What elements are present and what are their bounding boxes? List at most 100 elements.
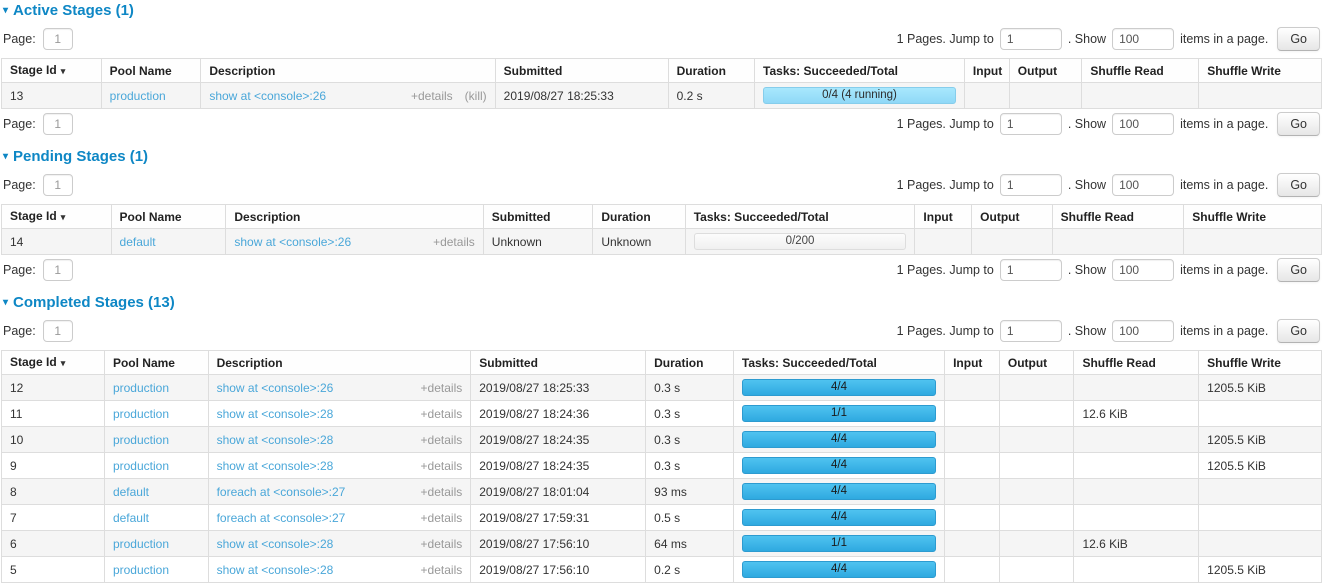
go-button[interactable]: Go	[1277, 27, 1320, 51]
items-per-page-input[interactable]	[1112, 259, 1174, 281]
items-per-page-input[interactable]	[1112, 113, 1174, 135]
column-header-pool-name[interactable]: Pool Name	[104, 351, 208, 375]
pool-name-link[interactable]: production	[113, 537, 169, 551]
column-header-tasks[interactable]: Tasks: Succeeded/Total	[733, 351, 944, 375]
section-heading-completed[interactable]: ▾Completed Stages (13)	[3, 294, 1322, 311]
page-input[interactable]	[43, 320, 73, 342]
kill-link[interactable]: (kill)	[465, 89, 487, 103]
pool-name-link[interactable]: production	[113, 563, 169, 577]
column-header-duration[interactable]: Duration	[646, 351, 734, 375]
column-header-label: Pool Name	[110, 64, 172, 78]
column-header-pool-name[interactable]: Pool Name	[111, 205, 226, 229]
details-toggle[interactable]: +details	[411, 89, 453, 103]
description-link[interactable]: show at <console>:28	[217, 537, 334, 551]
page-input[interactable]	[43, 259, 73, 281]
jump-to-page-input[interactable]	[1000, 259, 1062, 281]
description-link[interactable]: show at <console>:26	[217, 381, 334, 395]
pool-name-link[interactable]: production	[113, 433, 169, 447]
items-per-page-input[interactable]	[1112, 320, 1174, 342]
jump-to-page-input[interactable]	[1000, 113, 1062, 135]
jump-to-page-input[interactable]	[1000, 320, 1062, 342]
go-button[interactable]: Go	[1277, 258, 1320, 282]
column-header-stage-id[interactable]: Stage Id▾	[2, 351, 105, 375]
column-header-output[interactable]: Output	[972, 205, 1053, 229]
pagination-controls: 1 Pages. Jump to. Showitems in a page.Go	[897, 27, 1320, 51]
details-toggle[interactable]: +details	[421, 485, 463, 499]
pool-name-link[interactable]: production	[113, 407, 169, 421]
description-link[interactable]: show at <console>:28	[217, 563, 334, 577]
column-header-duration[interactable]: Duration	[668, 59, 754, 83]
pool-name-link[interactable]: production	[113, 381, 169, 395]
column-header-shuffle-read[interactable]: Shuffle Read	[1074, 351, 1199, 375]
column-header-description[interactable]: Description	[201, 59, 495, 83]
column-header-shuffle-write[interactable]: Shuffle Write	[1199, 351, 1322, 375]
column-header-tasks[interactable]: Tasks: Succeeded/Total	[685, 205, 915, 229]
items-per-page-input[interactable]	[1112, 174, 1174, 196]
column-header-input[interactable]: Input	[915, 205, 972, 229]
description-link[interactable]: foreach at <console>:27	[217, 511, 346, 525]
details-toggle[interactable]: +details	[421, 511, 463, 525]
column-header-description[interactable]: Description	[226, 205, 483, 229]
go-button[interactable]: Go	[1277, 173, 1320, 197]
column-header-stage-id[interactable]: Stage Id▾	[2, 59, 102, 83]
column-header-output[interactable]: Output	[1009, 59, 1082, 83]
column-header-input[interactable]: Input	[964, 59, 1009, 83]
input-cell	[964, 83, 1009, 109]
go-button[interactable]: Go	[1277, 319, 1320, 343]
column-header-label: Description	[234, 210, 300, 224]
column-header-output[interactable]: Output	[999, 351, 1074, 375]
details-toggle[interactable]: +details	[433, 235, 475, 249]
column-header-submitted[interactable]: Submitted	[471, 351, 646, 375]
details-toggle[interactable]: +details	[421, 459, 463, 473]
description-link[interactable]: foreach at <console>:27	[217, 485, 346, 499]
table-row: 6productionshow at <console>:28+details2…	[2, 531, 1322, 557]
page-input[interactable]	[43, 28, 73, 50]
page-input[interactable]	[43, 174, 73, 196]
pool-name-link[interactable]: production	[113, 459, 169, 473]
tasks-cell: 0/4 (4 running)	[755, 83, 965, 109]
section-heading-active[interactable]: ▾Active Stages (1)	[3, 2, 1322, 19]
details-toggle[interactable]: +details	[421, 537, 463, 551]
column-header-tasks[interactable]: Tasks: Succeeded/Total	[755, 59, 965, 83]
section-heading-pending[interactable]: ▾Pending Stages (1)	[3, 148, 1322, 165]
page-label: Page:	[3, 178, 36, 192]
pool-name-link[interactable]: default	[113, 485, 149, 499]
details-toggle[interactable]: +details	[421, 381, 463, 395]
column-header-shuffle-write[interactable]: Shuffle Write	[1184, 205, 1322, 229]
page-input[interactable]	[43, 113, 73, 135]
description-link[interactable]: show at <console>:28	[217, 407, 334, 421]
column-header-duration[interactable]: Duration	[593, 205, 685, 229]
table-row: 11productionshow at <console>:28+details…	[2, 401, 1322, 427]
details-toggle[interactable]: +details	[421, 563, 463, 577]
description-link[interactable]: show at <console>:26	[234, 235, 351, 249]
task-progress-bar: 4/4	[742, 379, 936, 396]
column-header-pool-name[interactable]: Pool Name	[101, 59, 201, 83]
description-link[interactable]: show at <console>:26	[209, 89, 326, 103]
description-link[interactable]: show at <console>:28	[217, 459, 334, 473]
header-row: Stage Id▾Pool NameDescriptionSubmittedDu…	[2, 351, 1322, 375]
page-selector: Page:	[3, 28, 73, 50]
column-header-stage-id[interactable]: Stage Id▾	[2, 205, 112, 229]
column-header-shuffle-read[interactable]: Shuffle Read	[1052, 205, 1184, 229]
column-header-label: Input	[953, 356, 982, 370]
column-header-shuffle-read[interactable]: Shuffle Read	[1082, 59, 1199, 83]
pool-name-link[interactable]: default	[120, 235, 156, 249]
column-header-submitted[interactable]: Submitted	[495, 59, 668, 83]
pool-name-link[interactable]: production	[110, 89, 166, 103]
description-link[interactable]: show at <console>:28	[217, 433, 334, 447]
shuffle-read-cell	[1052, 229, 1184, 255]
shuffle-read-cell	[1074, 453, 1199, 479]
go-button[interactable]: Go	[1277, 112, 1320, 136]
jump-to-page-input[interactable]	[1000, 174, 1062, 196]
column-header-shuffle-write[interactable]: Shuffle Write	[1199, 59, 1322, 83]
column-header-submitted[interactable]: Submitted	[483, 205, 593, 229]
items-per-page-input[interactable]	[1112, 28, 1174, 50]
details-toggle[interactable]: +details	[421, 407, 463, 421]
jump-to-page-input[interactable]	[1000, 28, 1062, 50]
column-header-description[interactable]: Description	[208, 351, 471, 375]
details-toggle[interactable]: +details	[421, 433, 463, 447]
pool-name-link[interactable]: default	[113, 511, 149, 525]
column-header-input[interactable]: Input	[945, 351, 1000, 375]
stage-id-cell: 8	[2, 479, 105, 505]
pager-row: Page:1 Pages. Jump to. Showitems in a pa…	[3, 112, 1320, 136]
